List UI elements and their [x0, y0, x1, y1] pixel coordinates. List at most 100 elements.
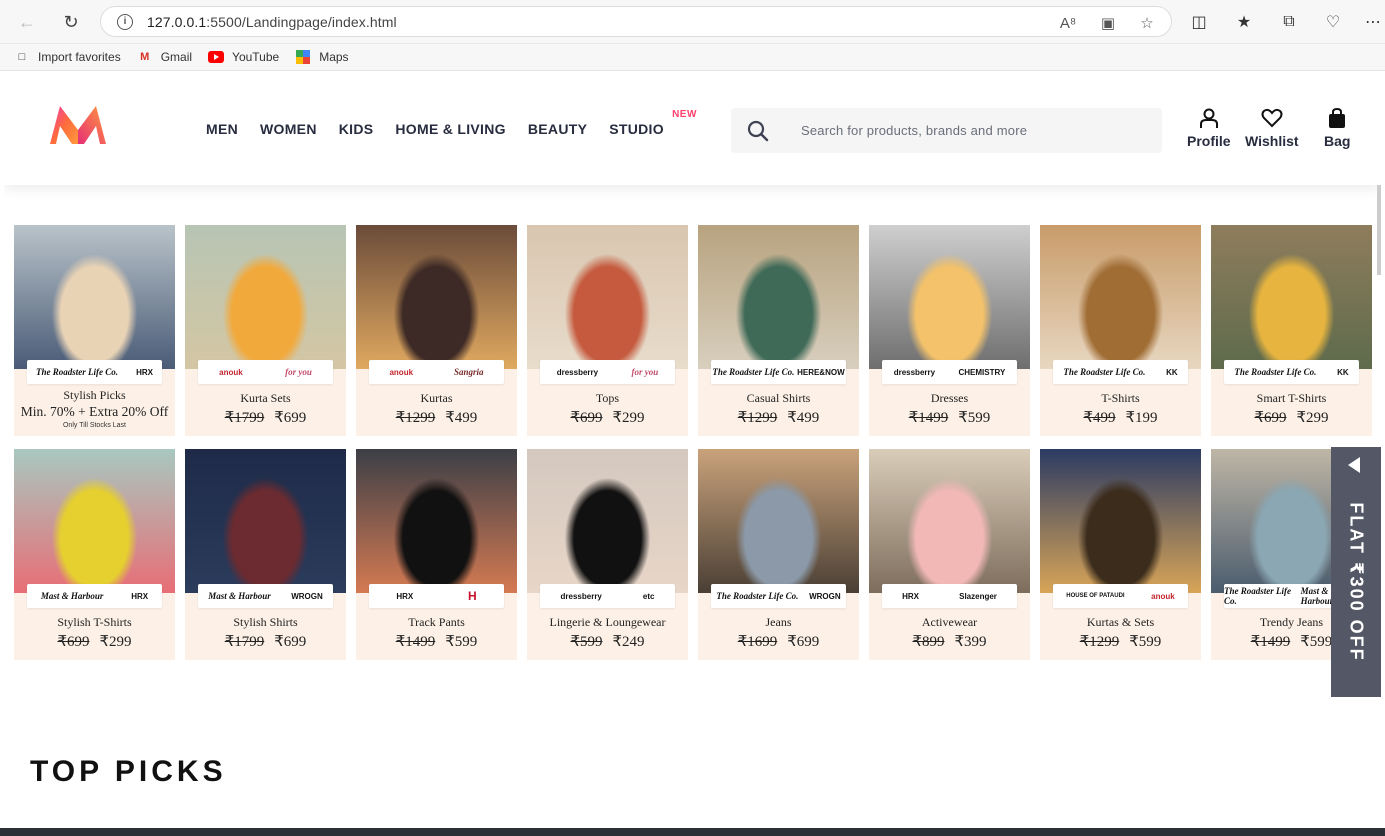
category-card-kurta-sets[interactable]: anouk for you Kurta Sets ₹1799 ₹699 — [185, 225, 346, 436]
category-card-dresses[interactable]: dressberry CHEMISTRY Dresses ₹1499 ₹599 — [869, 225, 1030, 436]
category-card-casual-shirts[interactable]: The Roadster Life Co. HERE&NOW Casual Shi… — [698, 225, 859, 436]
card-price: ₹1799 ₹699 — [185, 408, 346, 427]
category-card-t-shirts[interactable]: The Roadster Life Co. KK T-Shirts ₹499 ₹19… — [1040, 225, 1201, 436]
category-card-stylish-shirts[interactable]: Mast & Harbour WROGN Stylish Shirts ₹1799… — [185, 449, 346, 660]
card-price: ₹699 ₹299 — [14, 632, 175, 651]
search-icon[interactable] — [747, 120, 769, 142]
split-screen-icon[interactable]: ◫ — [1188, 11, 1210, 33]
brand-logo: The Roadster Life Co. — [36, 367, 119, 377]
card-price: ₹699 ₹299 — [527, 408, 688, 427]
brand-logo: KK — [1337, 367, 1349, 377]
taskbar — [0, 828, 1385, 836]
card-title: T-Shirts — [1101, 391, 1140, 405]
brand-logos: dressberry CHEMISTRY — [882, 360, 1017, 384]
category-card-jeans[interactable]: The Roadster Life Co. WROGN Jeans ₹1699 ₹6… — [698, 449, 859, 660]
card-price: ₹1299 ₹499 — [356, 408, 517, 427]
favorite-star-icon[interactable]: ☆ — [1137, 13, 1157, 33]
card-price: ₹1699 ₹699 — [698, 632, 859, 651]
card-title: Track Pants — [408, 615, 465, 629]
search-bar[interactable]: Search for products, brands and more — [731, 108, 1162, 153]
menu-home-living[interactable]: HOME & LIVING — [395, 121, 505, 137]
card-title: Casual Shirts — [746, 391, 811, 405]
menu-studio[interactable]: STUDIO NEW — [609, 109, 696, 137]
wishlist-button[interactable]: Wishlist — [1245, 107, 1299, 149]
category-card-kurtas-sets[interactable]: HOUSE OF PATAUDI anouk Kurtas & Sets ₹129… — [1040, 449, 1201, 660]
card-title: Kurtas — [420, 391, 453, 405]
menu-studio-label: STUDIO — [609, 121, 664, 137]
brand-logos: Mast & Harbour WROGN — [198, 584, 333, 608]
app-available-icon[interactable]: ▣ — [1098, 13, 1118, 33]
info-icon[interactable]: i — [117, 13, 133, 30]
web-page: MEN WOMEN KIDS HOME & LIVING BEAUTY STUD… — [4, 75, 1381, 836]
product-image — [527, 449, 688, 593]
category-card-stylish-picks[interactable]: The Roadster Life Co. HRX Stylish Picks … — [14, 225, 175, 436]
card-price: ₹1499 ₹599 — [356, 632, 517, 651]
category-card-tops[interactable]: dressberry for you Tops ₹699 ₹299 — [527, 225, 688, 436]
back-icon[interactable]: ← — [14, 9, 40, 35]
card-price: ₹499 ₹199 — [1040, 408, 1201, 427]
brand-logo: for you — [285, 367, 312, 377]
original-price: ₹1299 — [395, 410, 436, 426]
category-card-activewear[interactable]: HRX Slazenger Activewear ₹899 ₹399 — [869, 449, 1030, 660]
card-title: Tops — [595, 391, 620, 405]
menu-men[interactable]: MEN — [206, 121, 238, 137]
card-price: ₹1299 ₹599 — [1040, 632, 1201, 651]
brand-logo: dressberry — [893, 367, 936, 377]
read-aloud-icon[interactable]: A⁸ — [1058, 13, 1078, 33]
bag-button[interactable]: Bag — [1324, 107, 1350, 149]
card-price: ₹899 ₹399 — [869, 632, 1030, 651]
product-image — [356, 225, 517, 369]
category-card-smart-t-shirts[interactable]: The Roadster Life Co. KK Smart T-Shirts ₹… — [1211, 225, 1372, 436]
card-price: ₹699 ₹299 — [1211, 408, 1372, 427]
product-image — [869, 449, 1030, 593]
original-price: ₹1799 — [224, 634, 265, 650]
offer-price: ₹299 — [612, 410, 645, 426]
profile-button[interactable]: Profile — [1187, 107, 1231, 149]
category-card-kurtas[interactable]: anouk Sangria Kurtas ₹1299 ₹499 — [356, 225, 517, 436]
category-card-track-pants[interactable]: HRX H Track Pants ₹1499 ₹599 — [356, 449, 517, 660]
brand-logo: dressberry — [556, 367, 599, 377]
brand-logo: Mast & Harbour — [40, 591, 104, 601]
original-price: ₹1699 — [737, 634, 778, 650]
address-bar[interactable]: i 127.0.0.1:5500/Landingpage/index.html … — [100, 6, 1172, 37]
brand-logo: The Roadster Life Co. — [1234, 367, 1317, 377]
brand-logos: dressberry etc — [540, 584, 675, 608]
profile-icon — [1199, 108, 1218, 128]
browser-essentials-icon[interactable]: ♡ — [1322, 11, 1344, 33]
category-card-lingerie[interactable]: dressberry etc Lingerie & Loungewear ₹599… — [527, 449, 688, 660]
brand-logos: The Roadster Life Co. KK — [1053, 360, 1188, 384]
product-image — [698, 225, 859, 369]
card-title: Kurtas & Sets — [1086, 615, 1155, 629]
brand-logos: HRX Slazenger — [882, 584, 1017, 608]
url-text[interactable]: 127.0.0.1:5500/Landingpage/index.html — [147, 14, 397, 30]
flat-offer-tab[interactable]: FLAT ₹300 OFF — [1331, 447, 1381, 697]
menu-beauty[interactable]: BEAUTY — [528, 121, 587, 137]
arrow-left-icon[interactable] — [1348, 457, 1360, 473]
brand-logos: The Roadster Life Co. KK — [1224, 360, 1359, 384]
more-icon[interactable]: ⋯ — [1362, 11, 1384, 33]
bookmark-youtube[interactable]: YouTube — [208, 50, 279, 64]
myntra-logo[interactable] — [48, 104, 108, 146]
favorites-icon[interactable]: ★ — [1233, 11, 1255, 33]
card-title: Smart T-Shirts — [1256, 391, 1327, 405]
youtube-icon — [208, 50, 225, 64]
refresh-icon[interactable]: ↻ — [58, 9, 84, 35]
page-scrollbar[interactable] — [1377, 185, 1381, 275]
menu-kids[interactable]: KIDS — [339, 121, 374, 137]
product-image — [527, 225, 688, 369]
bookmark-label: Import favorites — [38, 50, 121, 64]
bookmark-label: Maps — [319, 50, 349, 64]
search-input[interactable]: Search for products, brands and more — [801, 123, 1027, 138]
bookmark-import-favorites[interactable]: □ Import favorites — [14, 50, 121, 64]
brand-logo: The Roadster Life Co. — [712, 367, 795, 377]
gmail-icon: M — [140, 51, 150, 63]
menu-women[interactable]: WOMEN — [260, 121, 317, 137]
card-title: Kurta Sets — [240, 391, 291, 405]
brand-logo: Slazenger — [959, 591, 997, 601]
profile-label: Profile — [1187, 133, 1231, 149]
category-card-stylish-t-shirts[interactable]: Mast & Harbour HRX Stylish T-Shirts ₹699 ₹… — [14, 449, 175, 660]
bookmark-gmail[interactable]: M Gmail — [137, 50, 192, 64]
brand-logos: HOUSE OF PATAUDI anouk — [1053, 584, 1188, 608]
bookmark-maps[interactable]: Maps — [295, 50, 349, 64]
collections-icon[interactable]: ⧉ — [1278, 11, 1300, 33]
